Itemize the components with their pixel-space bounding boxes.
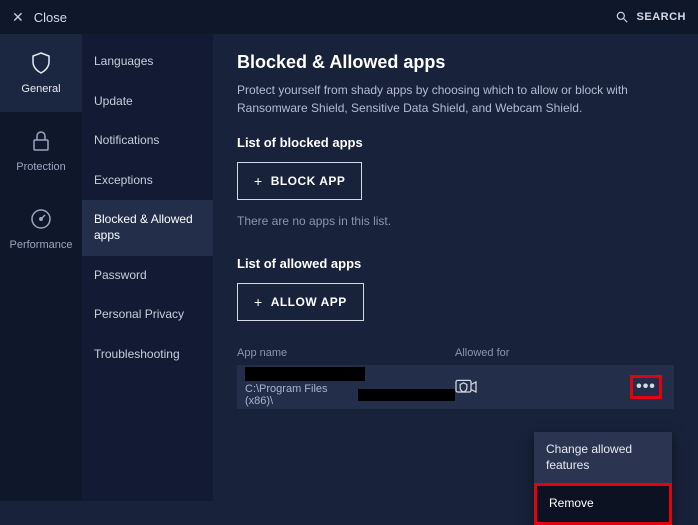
gauge-icon — [29, 207, 53, 231]
close-icon: ✕ — [12, 9, 24, 26]
plus-icon: + — [254, 294, 263, 310]
main-panel: Blocked & Allowed apps Protect yourself … — [213, 34, 698, 501]
table-header: App name Allowed for — [237, 341, 674, 365]
col-header-allowed: Allowed for — [455, 347, 615, 359]
allow-app-button[interactable]: + ALLOW APP — [237, 283, 364, 321]
rail-item-general[interactable]: General — [0, 34, 82, 112]
subnav-blocked-allowed[interactable]: Blocked & Allowed apps — [82, 200, 213, 255]
webcam-shield-icon — [455, 377, 477, 397]
plus-icon: + — [254, 173, 263, 189]
blocked-empty-text: There are no apps in this list. — [237, 214, 674, 228]
rail-item-protection[interactable]: Protection — [0, 112, 82, 190]
sidebar-rail: General Protection Performance — [0, 34, 82, 501]
settings-subnav: Languages Update Notifications Exception… — [82, 34, 213, 501]
allowed-for-cell — [455, 377, 615, 397]
close-label: Close — [34, 10, 67, 25]
allowed-apps-table: App name Allowed for C:\Program Files (x… — [237, 341, 674, 409]
subnav-personal-privacy[interactable]: Personal Privacy — [82, 295, 213, 335]
subnav-troubleshooting[interactable]: Troubleshooting — [82, 335, 213, 375]
subnav-exceptions[interactable]: Exceptions — [82, 161, 213, 201]
app-path-prefix: C:\Program Files (x86)\ — [245, 383, 356, 407]
page-description: Protect yourself from shady apps by choo… — [237, 81, 667, 117]
subnav-notifications[interactable]: Notifications — [82, 121, 213, 161]
table-row: C:\Program Files (x86)\ ••• — [237, 365, 674, 409]
app-path: C:\Program Files (x86)\ — [245, 383, 455, 407]
col-header-name: App name — [237, 347, 455, 359]
rail-label-performance: Performance — [10, 239, 73, 251]
close-button[interactable]: ✕ Close — [12, 9, 67, 26]
search-label: SEARCH — [637, 11, 686, 23]
block-app-label: BLOCK APP — [271, 174, 346, 188]
subnav-update[interactable]: Update — [82, 82, 213, 122]
more-icon: ••• — [636, 378, 656, 396]
allow-app-label: ALLOW APP — [271, 295, 347, 309]
search-button[interactable]: SEARCH — [615, 10, 686, 24]
lock-icon — [29, 129, 53, 153]
context-menu: Change allowed features Remove — [534, 432, 672, 525]
block-app-button[interactable]: + BLOCK APP — [237, 162, 362, 200]
shield-icon — [29, 51, 53, 75]
redacted-path — [358, 389, 455, 401]
blocked-heading: List of blocked apps — [237, 135, 674, 150]
rail-item-performance[interactable]: Performance — [0, 190, 82, 268]
more-options-button[interactable]: ••• — [630, 375, 662, 399]
app-name-cell: C:\Program Files (x86)\ — [237, 367, 455, 407]
page-title: Blocked & Allowed apps — [237, 52, 674, 73]
allowed-heading: List of allowed apps — [237, 256, 674, 271]
subnav-languages[interactable]: Languages — [82, 42, 213, 82]
rail-label-protection: Protection — [16, 161, 66, 173]
rail-label-general: General — [21, 83, 60, 95]
subnav-password[interactable]: Password — [82, 256, 213, 296]
menu-remove[interactable]: Remove — [534, 483, 672, 525]
redacted-app-name — [245, 367, 365, 381]
search-icon — [615, 10, 629, 24]
menu-change-allowed[interactable]: Change allowed features — [534, 432, 672, 483]
